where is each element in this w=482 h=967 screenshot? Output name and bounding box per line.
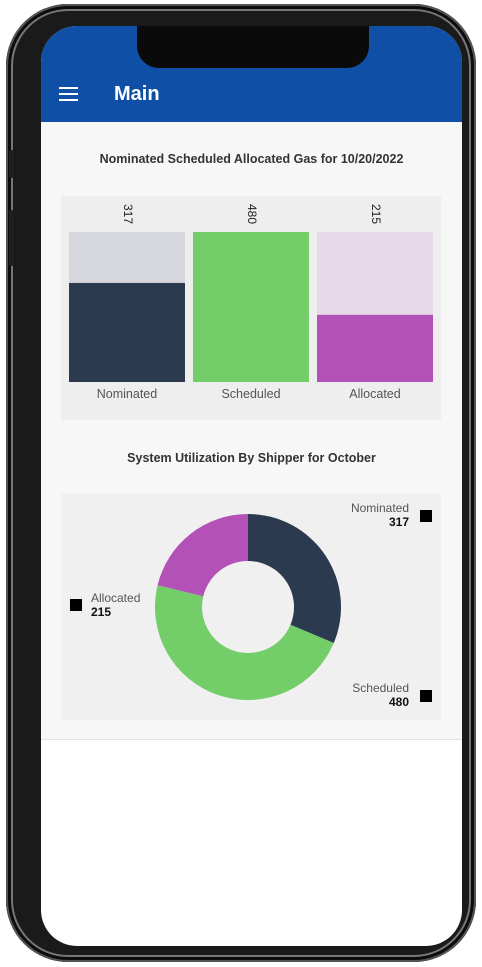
legend-scheduled: Scheduled 480 [352, 681, 409, 709]
legend-allocated-marker [70, 599, 82, 611]
phone-notch [137, 26, 369, 68]
bar-chart-title: Nominated Scheduled Allocated Gas for 10… [99, 152, 404, 166]
bar-scheduled[interactable] [193, 232, 309, 382]
phone-screen: Main Nominated Scheduled Allocated Gas f… [41, 26, 462, 946]
side-button-mute [9, 150, 14, 178]
legend-scheduled-marker [420, 690, 432, 702]
legend-nominated-marker [420, 510, 432, 522]
bar-chart: 317 Nominated 480 Scheduled 215 Allocated [69, 204, 433, 401]
bar-nominated[interactable] [69, 282, 185, 382]
bar-chart-panel: 317 Nominated 480 Scheduled 215 Allocated [61, 196, 441, 420]
page-title: Main [114, 83, 160, 105]
dashboard-content: Nominated Scheduled Allocated Gas for 10… [41, 122, 462, 740]
legend-nominated-value: 317 [388, 515, 409, 529]
legend-allocated-value: 215 [91, 605, 112, 619]
legend-scheduled-value: 480 [388, 695, 409, 709]
donut-slice-nominated[interactable] [248, 514, 341, 643]
donut-slice-allocated[interactable] [157, 514, 248, 597]
pie-chart-panel: Nominated 317 Allocated 215 Scheduled 48… [61, 493, 441, 720]
hamburger-menu-icon[interactable] [59, 87, 78, 101]
bar-category-label-nominated: Nominated [97, 387, 157, 401]
legend-allocated: Allocated 215 [91, 591, 140, 619]
legend-scheduled-label: Scheduled [352, 681, 409, 695]
bar-value-label-allocated: 215 [369, 204, 383, 224]
pie-chart-title: System Utilization By Shipper for Octobe… [127, 451, 376, 465]
legend-allocated-label: Allocated [91, 591, 141, 605]
legend-nominated: Nominated 317 [351, 501, 409, 529]
bar-value-label-scheduled: 480 [245, 204, 259, 224]
bar-value-label-nominated: 317 [121, 204, 135, 224]
legend-nominated-label: Nominated [350, 501, 409, 515]
side-button-volume-up [9, 210, 14, 266]
bar-category-label-scheduled: Scheduled [221, 387, 280, 401]
bar-allocated[interactable] [317, 314, 433, 382]
bar-category-label-allocated: Allocated [349, 387, 400, 401]
